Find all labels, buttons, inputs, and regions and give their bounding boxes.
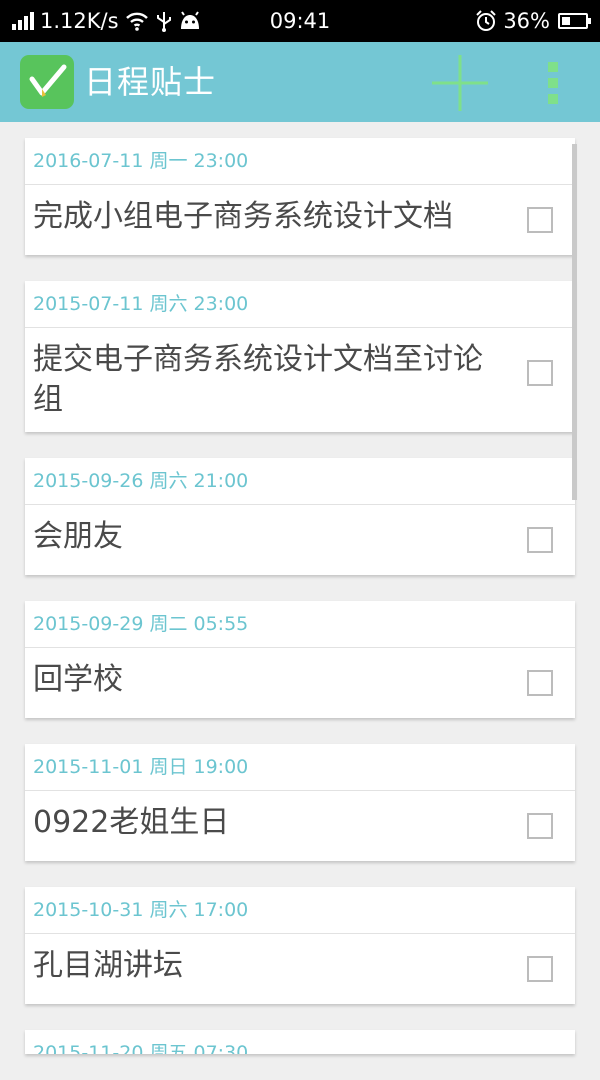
- schedule-card[interactable]: 2015-09-26 周六 21:00 会朋友: [25, 458, 575, 575]
- done-checkbox[interactable]: [527, 670, 553, 696]
- list-scrollbar[interactable]: [572, 144, 577, 500]
- app-logo: [20, 55, 74, 109]
- schedule-title: 会朋友: [33, 519, 123, 554]
- more-vertical-icon: [548, 62, 558, 104]
- schedule-date: 2015-07-11 周六 23:00: [25, 281, 575, 328]
- overflow-menu-button[interactable]: [540, 60, 566, 106]
- battery-percent: 36%: [503, 9, 550, 33]
- schedule-date: 2015-11-20 周五 07:30: [25, 1030, 575, 1054]
- schedule-date: 2015-09-29 周二 05:55: [25, 601, 575, 648]
- schedule-card[interactable]: 2015-11-20 周五 07:30: [25, 1030, 575, 1054]
- done-checkbox[interactable]: [527, 956, 553, 982]
- done-checkbox[interactable]: [527, 527, 553, 553]
- schedule-date: 2015-10-31 周六 17:00: [25, 887, 575, 934]
- schedule-card[interactable]: 2015-11-01 周日 19:00 0922老姐生日: [25, 744, 575, 861]
- app-bar: 日程贴士: [0, 42, 600, 122]
- done-checkbox[interactable]: [527, 813, 553, 839]
- schedule-card[interactable]: 2015-10-31 周六 17:00 孔目湖讲坛: [25, 887, 575, 1004]
- add-schedule-button[interactable]: [432, 55, 488, 111]
- schedule-title: 0922老姐生日: [33, 805, 230, 840]
- battery-icon: [558, 13, 591, 29]
- plus-icon: [432, 55, 488, 111]
- schedule-title: 孔目湖讲坛: [33, 948, 183, 983]
- schedule-card[interactable]: 2016-07-11 周一 23:00 完成小组电子商务系统设计文档: [25, 138, 575, 255]
- schedule-date: 2016-07-11 周一 23:00: [25, 138, 575, 185]
- done-checkbox[interactable]: [527, 360, 553, 386]
- schedule-title: 提交电子商务系统设计文档至讨论组: [33, 342, 483, 417]
- clock: 09:41: [269, 9, 331, 33]
- schedule-date: 2015-09-26 周六 21:00: [25, 458, 575, 505]
- schedule-title: 回学校: [33, 662, 123, 697]
- schedule-date: 2015-11-01 周日 19:00: [25, 744, 575, 791]
- schedule-title: 完成小组电子商务系统设计文档: [33, 199, 453, 234]
- done-checkbox[interactable]: [527, 207, 553, 233]
- app-title: 日程贴士: [84, 63, 217, 101]
- schedule-card[interactable]: 2015-07-11 周六 23:00 提交电子商务系统设计文档至讨论组: [25, 281, 575, 432]
- status-bar: 1.12K/s 09:41 36%: [0, 0, 600, 42]
- schedule-list: 2016-07-11 周一 23:00 完成小组电子商务系统设计文档 2015-…: [25, 138, 575, 1080]
- checkmark-icon: [29, 64, 67, 97]
- alarm-icon: [476, 10, 497, 31]
- schedule-card[interactable]: 2015-09-29 周二 05:55 回学校: [25, 601, 575, 718]
